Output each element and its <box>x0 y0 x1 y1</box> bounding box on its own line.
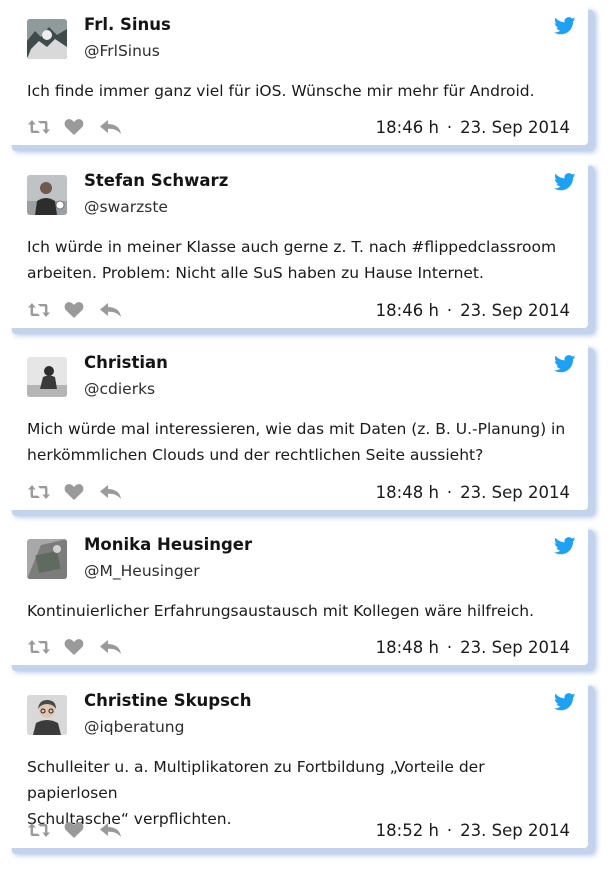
tweet-time: 18:46 h <box>375 301 439 320</box>
twitter-bird-icon[interactable] <box>554 17 576 35</box>
tweet-timestamp[interactable]: 18:46 h · 23. Sep 2014 <box>376 118 570 137</box>
tweet-text: Mich würde mal interessieren, wie das mi… <box>27 416 567 468</box>
user-name[interactable]: Monika Heusinger <box>84 535 252 554</box>
avatar[interactable] <box>27 19 67 59</box>
retweet-icon[interactable] <box>27 301 51 319</box>
tweet-timestamp[interactable]: 18:48 h · 23. Sep 2014 <box>376 483 570 502</box>
reply-icon[interactable] <box>99 638 123 656</box>
tweet-date: 23. Sep 2014 <box>460 118 570 137</box>
user-name[interactable]: Stefan Schwarz <box>84 171 228 190</box>
tweet-text-line: herkömmlichen Clouds und der rechtlichen… <box>27 446 484 464</box>
twitter-bird-icon[interactable] <box>554 537 576 555</box>
tweet-text: Kontinuierlicher Erfahrungsaustausch mit… <box>27 598 567 624</box>
tweet-text-line: Ich finde immer ganz viel für iOS. Wünsc… <box>27 82 535 100</box>
tweet-timestamp[interactable]: 18:48 h · 23. Sep 2014 <box>376 638 570 657</box>
retweet-icon[interactable] <box>27 821 51 839</box>
heart-icon[interactable] <box>64 301 88 319</box>
retweet-icon[interactable] <box>27 483 51 501</box>
tweet-date: 23. Sep 2014 <box>460 821 570 840</box>
tweet-date: 23. Sep 2014 <box>460 301 570 320</box>
avatar[interactable] <box>27 539 67 579</box>
reply-icon[interactable] <box>99 301 123 319</box>
retweet-icon[interactable] <box>27 118 51 136</box>
user-handle[interactable]: @iqberatung <box>84 718 184 736</box>
tweet-time: 18:46 h <box>375 118 439 137</box>
tweet-text-line: Schulleiter u. a. Multiplikatoren zu For… <box>27 758 485 802</box>
user-handle[interactable]: @FrlSinus <box>84 42 160 60</box>
tweet-text-line: arbeiten. Problem: Nicht alle SuS haben … <box>27 264 484 282</box>
tweet-timestamp[interactable]: 18:46 h · 23. Sep 2014 <box>376 301 570 320</box>
tweet-time: 18:48 h <box>375 483 439 502</box>
user-handle[interactable]: @swarzste <box>84 198 168 216</box>
user-handle[interactable]: @M_Heusinger <box>84 562 200 580</box>
heart-icon[interactable] <box>64 638 88 656</box>
tweet-text-line: Ich würde in meiner Klasse auch gerne z.… <box>27 238 557 256</box>
tweet-card[interactable]: Christine Skupsch @iqberatung Schulleite… <box>6 680 588 848</box>
twitter-bird-icon[interactable] <box>554 355 576 373</box>
tweet-text-line: Kontinuierlicher Erfahrungsaustausch mit… <box>27 602 535 620</box>
user-handle[interactable]: @cdierks <box>84 380 155 398</box>
twitter-bird-icon[interactable] <box>554 693 576 711</box>
reply-icon[interactable] <box>99 821 123 839</box>
heart-icon[interactable] <box>64 483 88 501</box>
tweet-date: 23. Sep 2014 <box>460 638 570 657</box>
avatar[interactable] <box>27 175 67 215</box>
tweet-text: Ich würde in meiner Klasse auch gerne z.… <box>27 234 567 286</box>
retweet-icon[interactable] <box>27 638 51 656</box>
tweet-date: 23. Sep 2014 <box>460 483 570 502</box>
user-name[interactable]: Christian <box>84 353 168 372</box>
user-name[interactable]: Frl. Sinus <box>84 15 171 34</box>
reply-icon[interactable] <box>99 483 123 501</box>
user-name[interactable]: Christine Skupsch <box>84 691 251 710</box>
tweet-timestamp[interactable]: 18:52 h · 23. Sep 2014 <box>376 821 570 840</box>
tweet-text: Ich finde immer ganz viel für iOS. Wünsc… <box>27 78 567 104</box>
tweet-time: 18:52 h <box>375 821 439 840</box>
tweet-text-line: Mich würde mal interessieren, wie das mi… <box>27 420 566 438</box>
twitter-bird-icon[interactable] <box>554 173 576 191</box>
tweet-card[interactable]: Monika Heusinger @M_Heusinger Kontinuier… <box>6 524 588 665</box>
reply-icon[interactable] <box>99 118 123 136</box>
avatar[interactable] <box>27 357 67 397</box>
heart-icon[interactable] <box>64 118 88 136</box>
tweet-card[interactable]: Stefan Schwarz @swarzste Ich würde in me… <box>6 160 588 328</box>
tweet-time: 18:48 h <box>375 638 439 657</box>
tweet-card[interactable]: Christian @cdierks Mich würde mal intere… <box>6 342 588 510</box>
tweet-card[interactable]: Frl. Sinus @FrlSinus Ich finde immer gan… <box>6 4 588 145</box>
avatar[interactable] <box>27 695 67 735</box>
heart-icon[interactable] <box>64 821 88 839</box>
